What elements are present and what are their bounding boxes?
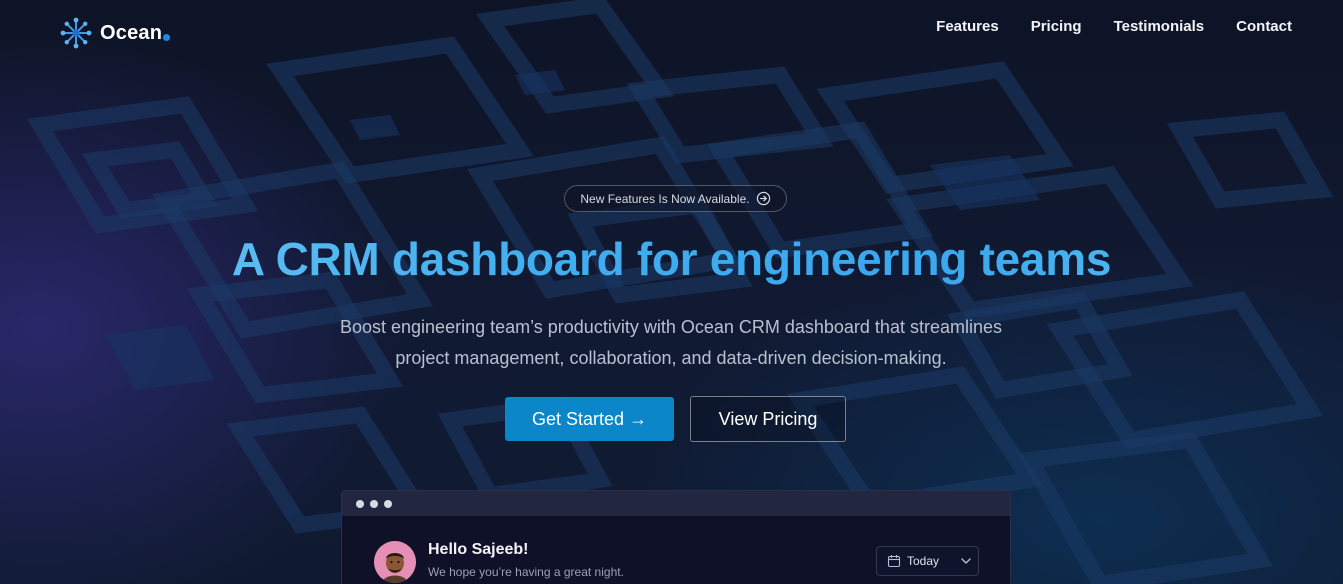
new-features-badge[interactable]: New Features Is Now Available.: [564, 185, 787, 212]
nav-link-contact[interactable]: Contact: [1236, 18, 1292, 35]
nav-link-pricing[interactable]: Pricing: [1031, 18, 1082, 35]
nav-link-testimonials[interactable]: Testimonials: [1114, 18, 1205, 35]
avatar: [374, 541, 416, 583]
top-navigation: Ocean Features Pricing Testimonials Cont…: [0, 0, 1343, 70]
calendar-icon: [887, 555, 901, 568]
greeting-text: Hello Sajeeb! We hope you’re having a gr…: [428, 541, 624, 583]
brand-dot: [163, 33, 171, 41]
window-dot: [384, 499, 392, 508]
dashboard-preview-window: Hello Sajeeb! We hope you’re having a gr…: [341, 490, 1011, 584]
date-filter-dropdown[interactable]: Today: [876, 546, 979, 576]
brand-logo[interactable]: Ocean: [60, 17, 171, 49]
hero-subtitle-line-2: project management, collaboration, and d…: [395, 348, 947, 368]
get-started-button[interactable]: Get Started →: [505, 397, 674, 441]
arrow-circle-right-icon: [756, 191, 770, 206]
window-dot: [356, 499, 364, 508]
greeting-row: Hello Sajeeb! We hope you’re having a gr…: [374, 541, 624, 583]
date-filter-label: Today: [907, 554, 940, 568]
avatar-illustration: [374, 541, 416, 583]
view-pricing-button[interactable]: View Pricing: [690, 396, 846, 442]
chevron-down-icon: [961, 558, 971, 564]
window-title-bar: [342, 491, 1010, 516]
hero-subtitle-line-1: Boost engineering team’s productivity wi…: [339, 317, 1002, 337]
brand-name: Ocean: [100, 22, 171, 45]
nav-link-features[interactable]: Features: [936, 18, 999, 35]
greeting-title: Hello Sajeeb!: [428, 541, 529, 558]
badge-text: New Features Is Now Available.: [580, 191, 750, 206]
hero-headline: A CRM dashboard for engineering teams: [0, 232, 1343, 286]
hero-subtitle: Boost engineering team’s productivity wi…: [271, 312, 1071, 374]
starburst-logo-icon: [60, 17, 92, 49]
nav-links: Features Pricing Testimonials Contact: [936, 18, 1292, 35]
greeting-subtitle: We hope you’re having a great night.: [428, 565, 624, 579]
window-dot: [370, 499, 378, 508]
